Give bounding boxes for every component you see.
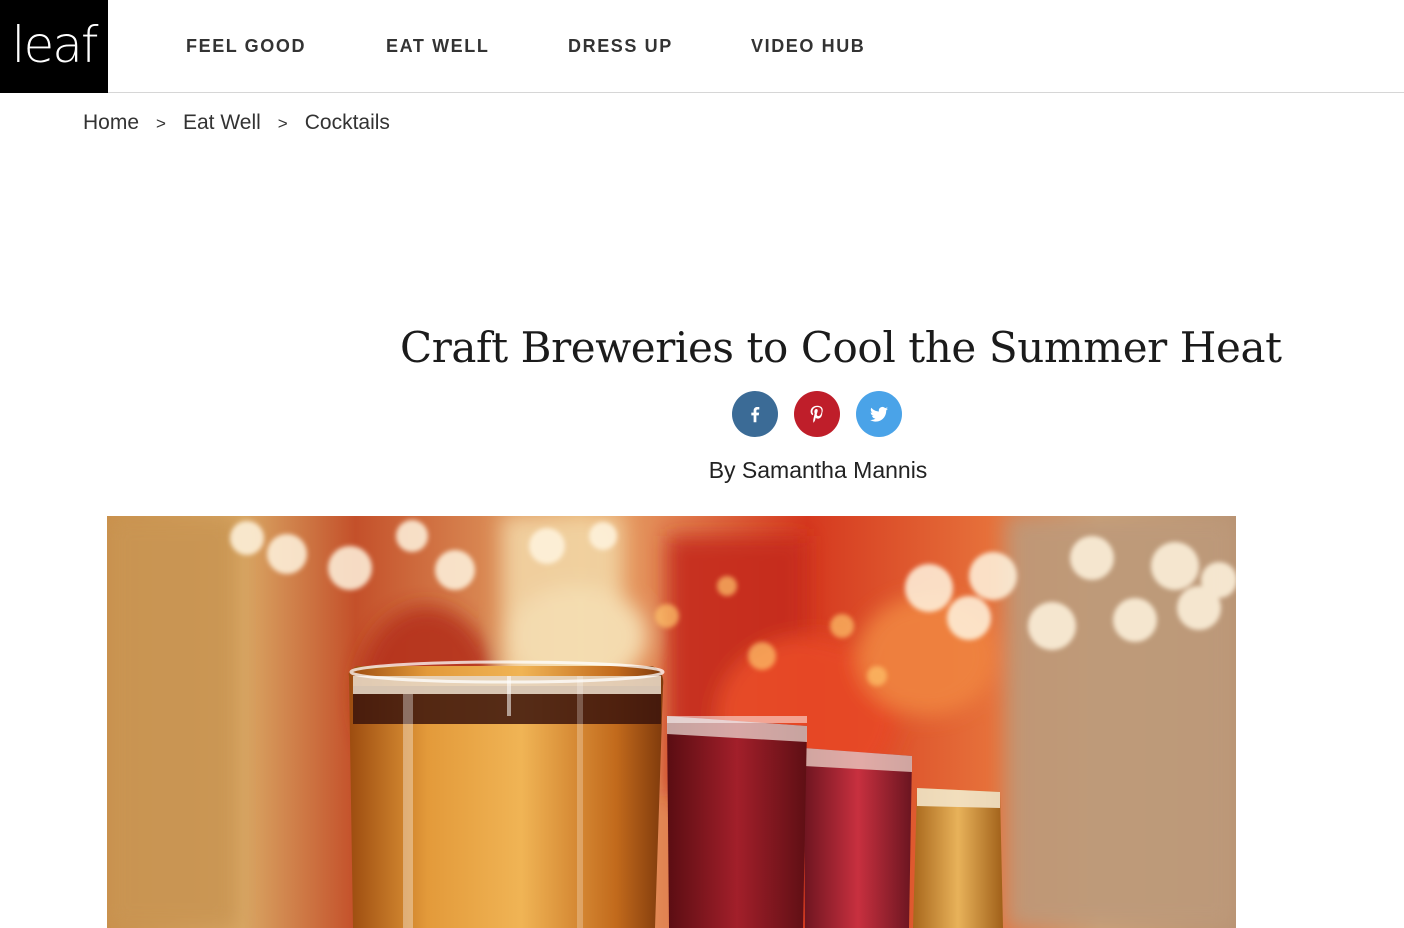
pinterest-icon: [810, 405, 823, 423]
article-byline: By Samantha Mannis: [708, 457, 928, 483]
pinterest-share-button[interactable]: [794, 391, 840, 437]
share-buttons: [732, 391, 902, 437]
site-logo[interactable]: leaf: [0, 0, 108, 93]
hero-image: [107, 516, 1236, 928]
nav-video-hub[interactable]: VIDEO HUB: [751, 0, 865, 93]
breadcrumb-eat-well[interactable]: Eat Well: [183, 111, 261, 137]
logo-text: leaf: [11, 15, 99, 74]
twitter-share-button[interactable]: [856, 391, 902, 437]
breadcrumb-separator: >: [277, 114, 288, 133]
beer-glasses-image: [107, 516, 1236, 928]
nav-feel-good[interactable]: FEEL GOOD: [186, 0, 306, 93]
breadcrumb-home[interactable]: Home: [83, 111, 139, 137]
facebook-icon: [751, 406, 760, 423]
breadcrumb-separator: >: [156, 114, 166, 133]
site-header: leaf FEEL GOOD EAT WELL DRESS UP VIDEO H…: [0, 0, 1404, 93]
breadcrumb-cocktails[interactable]: Cocktails: [305, 111, 390, 137]
article-title: Craft Breweries to Cool the Summer Heat: [400, 323, 1282, 372]
twitter-icon: [870, 406, 888, 422]
nav-dress-up[interactable]: DRESS UP: [568, 0, 673, 93]
breadcrumb: Home > Eat Well > Cocktails: [83, 111, 390, 137]
facebook-share-button[interactable]: [732, 391, 778, 437]
nav-eat-well[interactable]: EAT WELL: [386, 0, 489, 93]
